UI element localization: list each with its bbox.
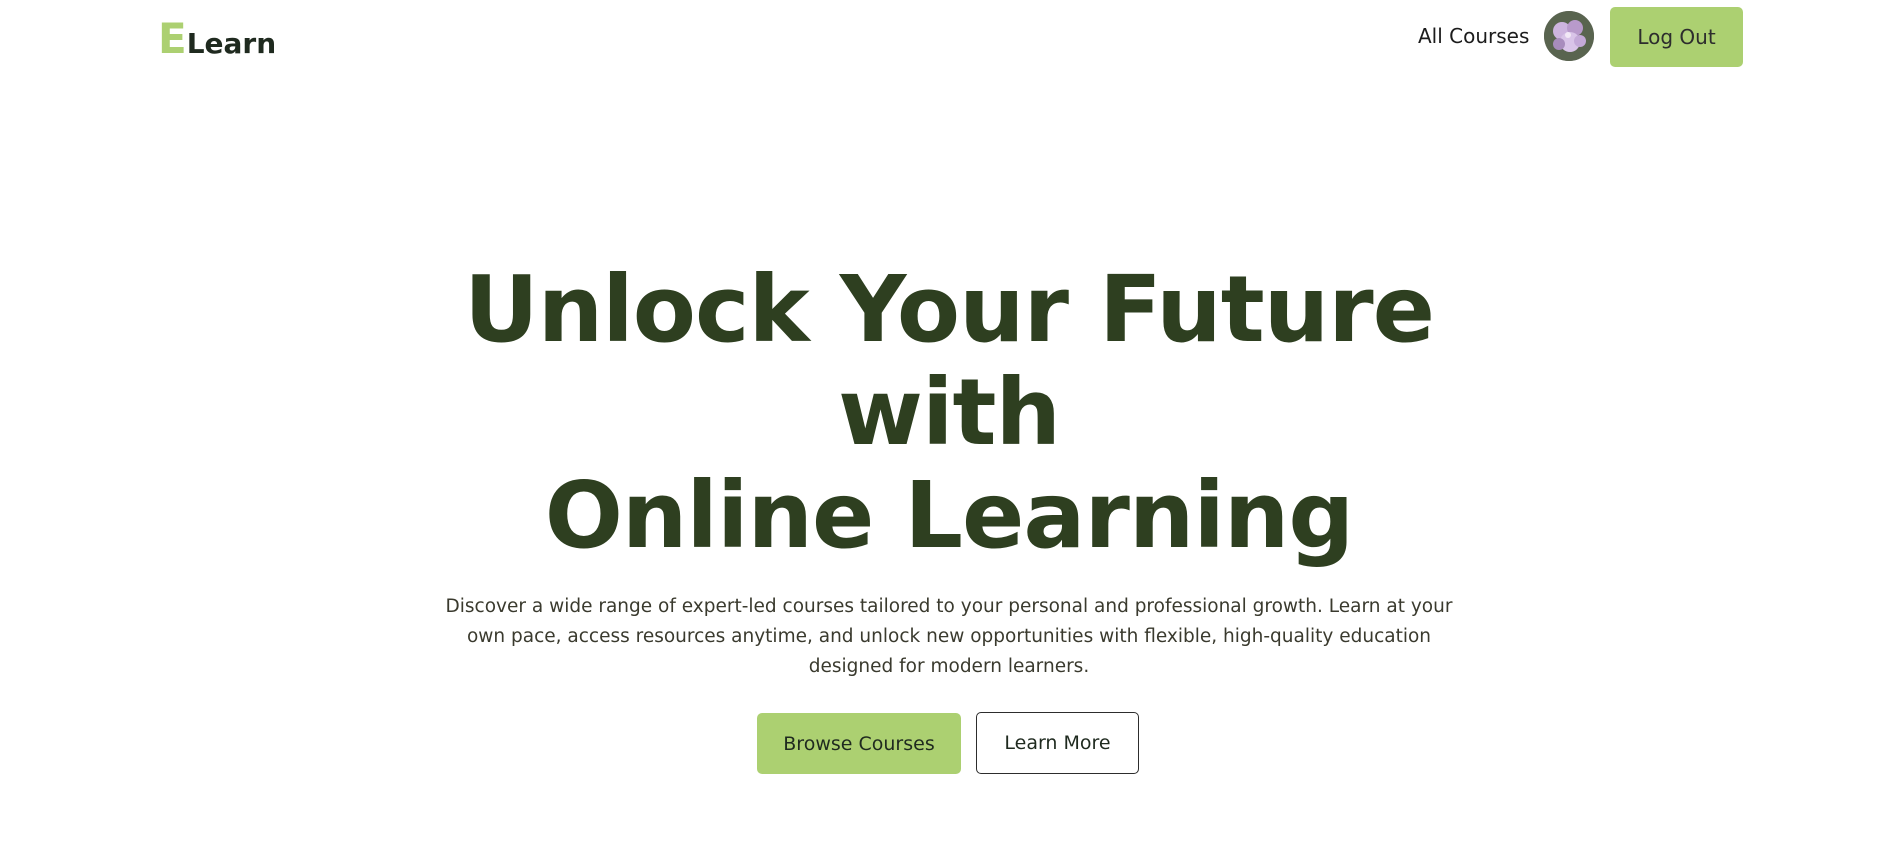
avatar[interactable] — [1544, 11, 1594, 61]
page: E Learn All Courses Log Out Unlock Your … — [0, 0, 1882, 860]
learn-more-button[interactable]: Learn More — [976, 712, 1139, 774]
logo-text: Learn — [186, 27, 277, 60]
nav-all-courses-link[interactable]: All Courses — [1418, 24, 1529, 48]
hero-title-line-3: Online Learning — [544, 462, 1355, 569]
logo-letter: E — [158, 14, 187, 63]
logout-button[interactable]: Log Out — [1610, 7, 1743, 67]
hero-title-line-1: Unlock Your Future — [464, 256, 1435, 363]
logo[interactable]: E Learn — [158, 14, 276, 69]
flower-photo-icon — [1544, 11, 1594, 61]
browse-courses-button[interactable]: Browse Courses — [757, 713, 961, 774]
hero-description: Discover a wide range of expert-led cour… — [445, 596, 1453, 677]
hero-title: Unlock Your Future with Online Learning — [341, 258, 1557, 567]
hero-title-line-2: with — [837, 359, 1061, 466]
